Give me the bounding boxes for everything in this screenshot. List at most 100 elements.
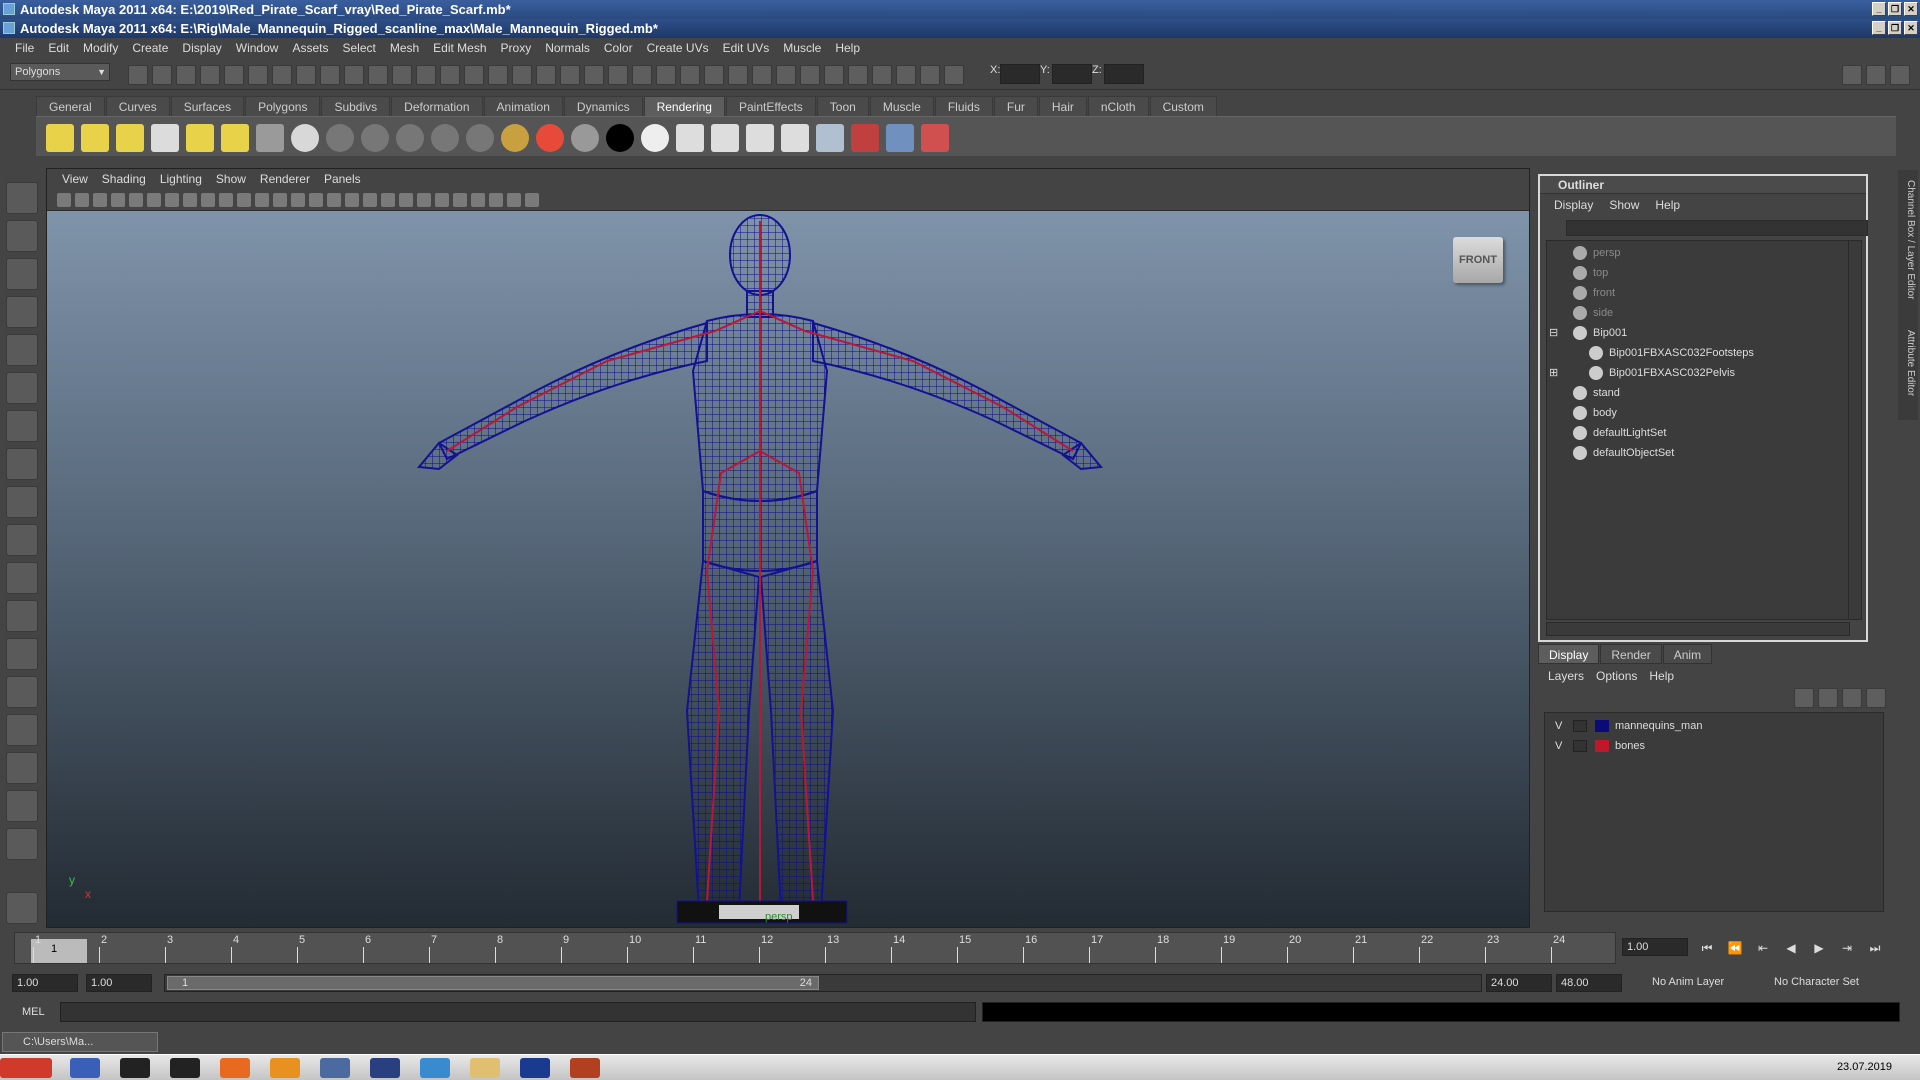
status-line-tool-icon[interactable] — [584, 65, 604, 85]
mannequin-wireframe[interactable] — [47, 211, 1529, 927]
shelf-tab-rendering[interactable]: Rendering — [643, 96, 725, 116]
status-line-tool-icon[interactable] — [872, 65, 892, 85]
side-tab[interactable]: Channel Box / Layer Editor — [1900, 180, 1916, 300]
shelf-render-tool-icon[interactable] — [501, 124, 529, 152]
shelf-render-tool-icon[interactable] — [641, 124, 669, 152]
layout-single-icon[interactable] — [6, 562, 38, 594]
outliner-item[interactable]: Bip001FBXASC032Footsteps — [1547, 343, 1849, 363]
status-line-tool-icon[interactable] — [824, 65, 844, 85]
universal-manipulator-icon[interactable] — [6, 410, 38, 442]
shelf-render-tool-icon[interactable] — [81, 124, 109, 152]
outliner-item[interactable]: top — [1547, 263, 1849, 283]
outliner-menu-help[interactable]: Help — [1647, 198, 1688, 212]
shelf-tab-curves[interactable]: Curves — [105, 96, 170, 116]
shelf-render-tool-icon[interactable] — [186, 124, 214, 152]
step-back-frame-icon[interactable]: ⇤ — [1752, 940, 1774, 956]
outliner-item[interactable]: defaultObjectSet — [1547, 443, 1849, 463]
shelf-render-tool-icon[interactable] — [396, 124, 424, 152]
status-line-tool-icon[interactable] — [728, 65, 748, 85]
show-manipulator-icon[interactable] — [6, 486, 38, 518]
shelf-render-tool-icon[interactable] — [536, 124, 564, 152]
layer-visibility-toggle[interactable]: V — [1555, 737, 1562, 755]
shelf-tab-deformation[interactable]: Deformation — [391, 96, 483, 116]
layer-display-type-toggle[interactable] — [1573, 720, 1587, 732]
shelf-render-tool-icon[interactable] — [256, 124, 284, 152]
shelf-render-tool-icon[interactable] — [571, 124, 599, 152]
viewport-toolbar-icon[interactable] — [525, 193, 539, 207]
viewport-toolbar-icon[interactable] — [273, 193, 287, 207]
animation-end-field[interactable]: 48.00 — [1556, 974, 1622, 992]
step-back-key-icon[interactable]: ⏪ — [1724, 940, 1746, 956]
last-tool-icon[interactable] — [6, 524, 38, 556]
viewport-toolbar-icon[interactable] — [57, 193, 71, 207]
shelf-render-tool-icon[interactable] — [746, 124, 774, 152]
status-line-tool-icon[interactable] — [752, 65, 772, 85]
taskbar-app-icon[interactable] — [170, 1058, 200, 1078]
menu-muscle[interactable]: Muscle — [776, 41, 828, 55]
shelf-tab-fluids[interactable]: Fluids — [934, 96, 993, 116]
menu-modify[interactable]: Modify — [76, 41, 125, 55]
shelf-render-tool-icon[interactable] — [711, 124, 739, 152]
viewport-toolbar-icon[interactable] — [255, 193, 269, 207]
rotate-tool-icon[interactable] — [6, 334, 38, 366]
viewport-toolbar-icon[interactable] — [201, 193, 215, 207]
viewport-toolbar-icon[interactable] — [219, 193, 233, 207]
step-forward-frame-icon[interactable]: ⇥ — [1836, 940, 1858, 956]
status-line-tool-icon[interactable] — [416, 65, 436, 85]
new-layer-from-selection-icon[interactable] — [1842, 688, 1862, 708]
viewport-menu-view[interactable]: View — [55, 172, 95, 186]
shelf-render-tool-icon[interactable] — [606, 124, 634, 152]
outliner-scrollbar-horizontal[interactable] — [1546, 622, 1850, 636]
shelf-render-tool-icon[interactable] — [291, 124, 319, 152]
create-layer-icon[interactable] — [1794, 688, 1814, 708]
viewport-toolbar-icon[interactable] — [93, 193, 107, 207]
outliner-filter-input[interactable] — [1566, 220, 1868, 236]
layer-option-icon[interactable] — [1818, 688, 1838, 708]
layer-visibility-toggle[interactable]: V — [1555, 717, 1562, 735]
outliner-item[interactable]: Bip001FBXASC032Pelvis ⊞ — [1547, 363, 1849, 383]
taskbar-app-icon[interactable] — [270, 1058, 300, 1078]
status-line-tool-icon[interactable] — [608, 65, 628, 85]
scale-tool-icon[interactable] — [6, 372, 38, 404]
shelf-render-tool-icon[interactable] — [921, 124, 949, 152]
viewport-menu-lighting[interactable]: Lighting — [153, 172, 209, 186]
layout-four-icon[interactable] — [6, 600, 38, 632]
menu-mesh[interactable]: Mesh — [383, 41, 426, 55]
viewport-toolbar-icon[interactable] — [399, 193, 413, 207]
viewport-toolbar-icon[interactable] — [381, 193, 395, 207]
menu-file[interactable]: File — [8, 41, 41, 55]
status-line-tool-icon[interactable] — [656, 65, 676, 85]
layout-graph-icon[interactable] — [6, 676, 38, 708]
status-line-tool-icon[interactable] — [920, 65, 940, 85]
outliner-item[interactable]: side — [1547, 303, 1849, 323]
status-line-tool-icon[interactable] — [392, 65, 412, 85]
layout-outliner-icon[interactable] — [6, 638, 38, 670]
shelf-tab-muscle[interactable]: Muscle — [869, 96, 934, 116]
restore-icon[interactable]: ❐ — [1888, 21, 1902, 35]
playback-end-field[interactable]: 24.00 — [1486, 974, 1552, 992]
time-slider[interactable]: 1 1 2 3 4 5 6 7 8 9 10 11 12 13 14 15 16 17 18 19 20 21 22 23 2… — [14, 932, 1616, 964]
shelf-tab-polygons[interactable]: Polygons — [245, 96, 321, 116]
status-line-tool-icon[interactable] — [632, 65, 652, 85]
status-line-tool-icon[interactable] — [560, 65, 580, 85]
shelf-render-tool-icon[interactable] — [431, 124, 459, 152]
shelf-tab-ncloth[interactable]: nCloth — [1087, 96, 1149, 116]
layer-tab-anim[interactable]: Anim — [1662, 644, 1713, 664]
layer-color-swatch[interactable] — [1595, 720, 1609, 732]
lasso-tool-icon[interactable] — [6, 220, 38, 252]
outliner-item[interactable]: stand — [1547, 383, 1849, 403]
shelf-tab-hair[interactable]: Hair — [1038, 96, 1087, 116]
layer-color-swatch[interactable] — [1595, 740, 1609, 752]
menu-select[interactable]: Select — [335, 41, 382, 55]
status-line-tool-icon[interactable] — [128, 65, 148, 85]
shelf-render-tool-icon[interactable] — [361, 124, 389, 152]
taskbar-app-icon[interactable] — [420, 1058, 450, 1078]
shelf-render-tool-icon[interactable] — [676, 124, 704, 152]
outliner-item[interactable]: Bip001 ⊟ — [1547, 323, 1849, 343]
layer-menu-help[interactable]: Help — [1643, 669, 1680, 683]
layer-display-type-toggle[interactable] — [1573, 740, 1587, 752]
status-line-tool-icon[interactable] — [848, 65, 868, 85]
status-line-tool-icon[interactable] — [944, 65, 964, 85]
status-line-tool-icon[interactable] — [464, 65, 484, 85]
collapse-icon[interactable]: ⊟ — [1549, 323, 1558, 343]
